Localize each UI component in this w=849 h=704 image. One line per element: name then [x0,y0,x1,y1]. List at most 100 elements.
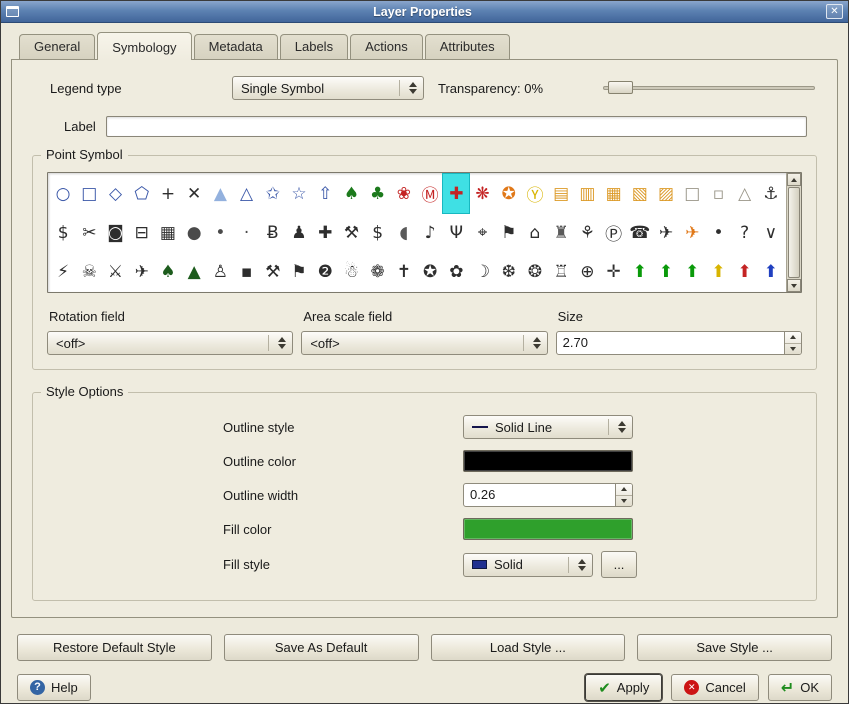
symbol-cell[interactable]: ❷ [312,252,338,291]
load-style-button[interactable]: Load Style ... [431,634,626,661]
help-button[interactable]: ? Help [17,674,91,701]
ok-button[interactable]: ↵ OK [768,674,832,701]
symbol-cell[interactable]: ▤ [548,174,574,213]
symbol-cell[interactable]: ⌂ [522,213,548,252]
legend-type-select[interactable]: Single Symbol [232,76,424,100]
symbol-cell[interactable]: ⬆ [679,252,705,291]
symbol-cell[interactable]: ❆ [496,252,522,291]
symbol-cell[interactable]: ✈ [129,252,155,291]
spin-up-icon[interactable] [785,332,801,343]
symbol-cell[interactable]: ⬆ [627,252,653,291]
symbol-cell[interactable]: ⚡ [50,252,76,291]
symbol-cell[interactable]: ❁ [365,252,391,291]
symbol-cell[interactable]: ▪ [233,252,259,291]
label-input[interactable] [106,116,807,137]
symbol-cell[interactable]: ◇ [102,174,128,213]
symbol-cell[interactable]: ⊟ [129,213,155,252]
symbol-cell[interactable]: ⌖ [469,213,495,252]
tab-symbology[interactable]: Symbology [97,32,191,60]
symbol-cell[interactable]: Ψ [443,213,469,252]
spin-down-icon[interactable] [785,343,801,355]
symbol-cell[interactable]: ▧ [627,174,653,213]
symbol-cell[interactable]: ▲ [181,252,207,291]
symbol-cell[interactable]: ▦ [600,174,626,213]
symbol-cell[interactable]: ✚ [312,213,338,252]
symbol-cell[interactable]: + [155,174,181,213]
symbol-cell[interactable]: Ⓟ [600,213,626,252]
scrollbar-thumb[interactable] [788,187,800,278]
slider-handle[interactable] [608,81,633,94]
symbol-cell[interactable]: ✩ [260,174,286,213]
symbol-cell[interactable]: ♣ [365,174,391,213]
outline-style-select[interactable]: Solid Line [463,415,633,439]
symbol-cell[interactable]: ♟ [286,213,312,252]
symbol-cell[interactable]: ⬆ [653,252,679,291]
fill-color-button[interactable] [463,518,633,540]
symbol-cell[interactable]: ✿ [443,252,469,291]
restore-default-style-button[interactable]: Restore Default Style [17,634,212,661]
symbol-cell[interactable]: ● [181,213,207,252]
symbol-cell[interactable]: Ⓜ [417,174,443,213]
symbol-cell[interactable]: ♙ [207,252,233,291]
size-spinner[interactable]: 2.70 [556,331,802,355]
spin-down-icon[interactable] [616,495,632,507]
symbol-cell[interactable]: · [233,213,259,252]
fill-style-more-button[interactable]: ... [601,551,637,578]
symbol-cell[interactable]: ⚓ [758,174,784,213]
symbol-cell[interactable]: ⊕ [574,252,600,291]
scroll-up-icon[interactable] [787,173,801,186]
symbol-cell[interactable]: ▨ [653,174,679,213]
fill-style-select[interactable]: Solid [463,553,593,577]
symbol-cell[interactable]: ☆ [286,174,312,213]
symbol-cell[interactable]: ? [732,213,758,252]
rotation-field-select[interactable]: <off> [47,331,293,355]
symbol-cell[interactable]: ☽ [469,252,495,291]
symbol-cell[interactable]: ♠ [155,252,181,291]
symbol-cell[interactable]: ❀ [391,174,417,213]
symbol-cell[interactable]: ∨ [758,213,784,252]
symbol-cell[interactable]: • [207,213,233,252]
symbol-cell[interactable]: ❋ [469,174,495,213]
symbol-cell[interactable]: ▲ [207,174,233,213]
cancel-button[interactable]: ✕ Cancel [671,674,758,701]
symbol-cell[interactable]: ✈ [679,213,705,252]
apply-button[interactable]: ✔ Apply [585,674,662,701]
transparency-slider[interactable] [603,78,815,98]
symbol-cell[interactable]: Ⓨ [522,174,548,213]
symbol-cell[interactable]: □ [679,174,705,213]
close-button[interactable]: ✕ [826,4,843,19]
symbol-cell[interactable]: $ [50,213,76,252]
symbol-cell[interactable]: ✈ [653,213,679,252]
symbol-cell[interactable]: △ [732,174,758,213]
symbol-cell[interactable]: ⚔ [102,252,128,291]
symbol-cell[interactable]: ⇧ [312,174,338,213]
symbol-cell[interactable]: ◖ [391,213,417,252]
symbol-cell[interactable]: ▥ [574,174,600,213]
symbol-cell[interactable]: ✪ [417,252,443,291]
symbol-cell[interactable]: △ [233,174,259,213]
symbol-cell[interactable]: ♖ [548,252,574,291]
tab-metadata[interactable]: Metadata [194,34,278,59]
outline-color-button[interactable] [463,450,633,472]
symbol-cell[interactable]: ◙ [102,213,128,252]
symbol-cell[interactable]: ❂ [522,252,548,291]
symbol-cell[interactable]: ⬆ [705,252,731,291]
symbol-cell[interactable]: ⬆ [758,252,784,291]
symbol-cell[interactable]: ✝ [391,252,417,291]
tab-labels[interactable]: Labels [280,34,348,59]
symbol-cell[interactable]: ✛ [600,252,626,291]
outline-width-spinner[interactable]: 0.26 [463,483,633,507]
symbol-cell-selected[interactable]: ✚ [443,174,469,213]
scroll-down-icon[interactable] [787,279,801,292]
save-as-default-button[interactable]: Save As Default [224,634,419,661]
symbol-cell[interactable]: ♜ [548,213,574,252]
title-bar[interactable]: Layer Properties ✕ [1,1,848,23]
symbol-cell[interactable]: ⚑ [496,213,522,252]
save-style-button[interactable]: Save Style ... [637,634,832,661]
symbol-cell[interactable]: ⚒ [338,213,364,252]
symbol-cell[interactable]: Ƀ [260,213,286,252]
symbol-cell[interactable]: ☠ [76,252,102,291]
tab-general[interactable]: General [19,34,95,59]
symbol-cell[interactable]: $ [365,213,391,252]
tab-actions[interactable]: Actions [350,34,423,59]
